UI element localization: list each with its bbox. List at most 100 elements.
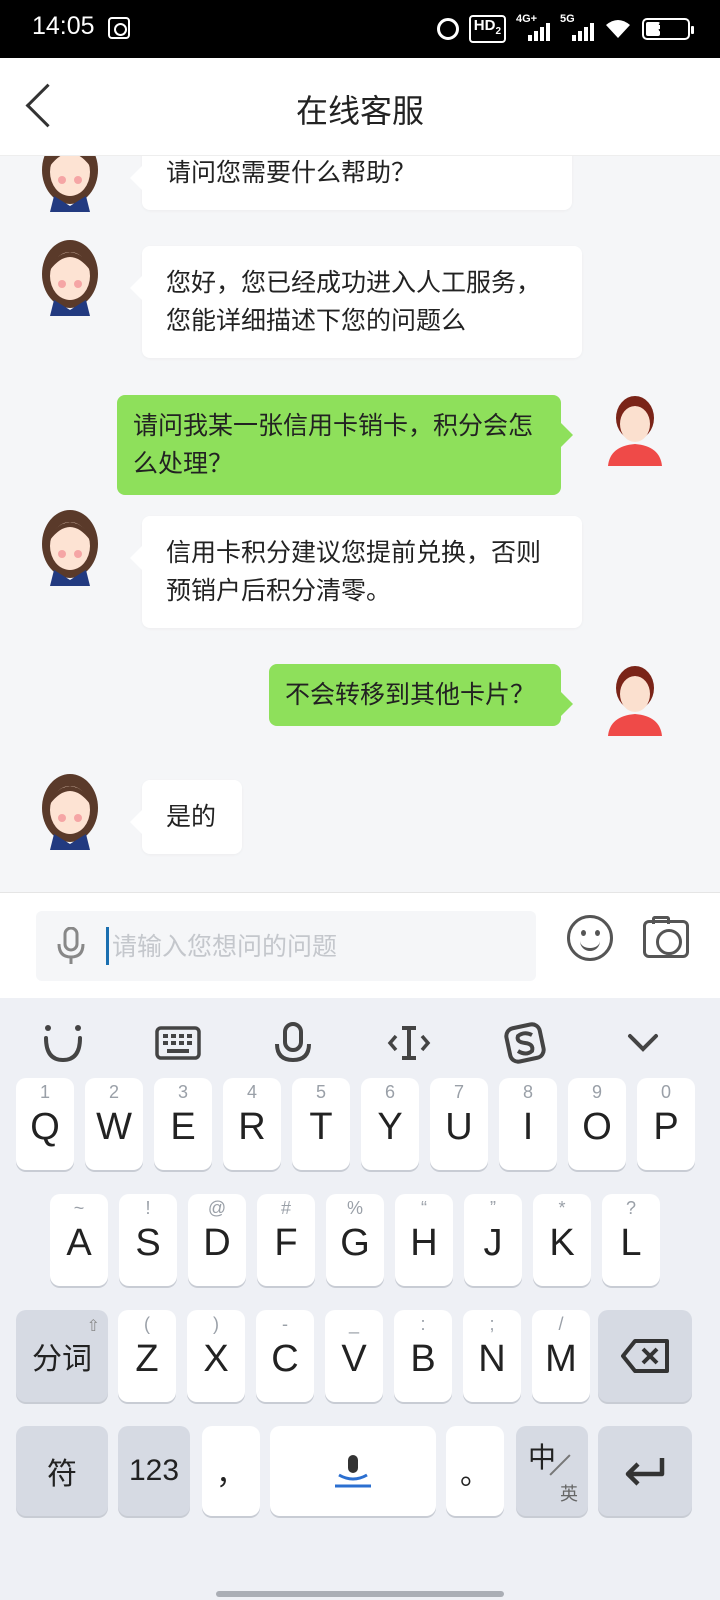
agent-avatar <box>42 240 98 316</box>
shift-key[interactable]: 分词 ⇧ <box>16 1310 108 1402</box>
agent-avatar <box>42 510 98 586</box>
battery-icon: 34 <box>642 18 694 40</box>
key-g[interactable]: % G <box>326 1194 384 1286</box>
enter-key[interactable] <box>598 1426 692 1516</box>
key-j[interactable]: ” J <box>464 1194 522 1286</box>
symbols-key-label: 符 <box>47 1457 77 1492</box>
key-n[interactable]: ; N <box>463 1310 521 1402</box>
key-label: K <box>549 1221 575 1264</box>
key-label: V <box>341 1337 367 1380</box>
key-secondary-label: 1 <box>39 1082 50 1102</box>
key-secondary-label: * <box>558 1198 566 1218</box>
status-bar: 14:05 HD2 4G+ 5G 34 <box>0 0 720 58</box>
key-label: H <box>410 1221 438 1264</box>
numbers-key[interactable]: 123 <box>118 1426 190 1516</box>
signal-5g-icon: 5G <box>560 13 594 41</box>
message-input-box[interactable] <box>36 911 536 981</box>
key-r[interactable]: 4R <box>223 1078 281 1170</box>
space-key[interactable] <box>270 1426 436 1516</box>
user-message-bubble: 请问我某一张信用卡销卡，积分会怎么处理？ <box>117 395 573 495</box>
key-v[interactable]: _ V <box>325 1310 383 1402</box>
key-q[interactable]: 1Q <box>16 1078 74 1170</box>
backspace-key[interactable] <box>598 1310 692 1402</box>
key-secondary-label: ! <box>145 1198 151 1218</box>
camera-icon[interactable] <box>643 916 689 958</box>
comma-key-label: ， <box>216 1457 246 1492</box>
key-label: A <box>66 1221 92 1264</box>
key-secondary-label: 2 <box>108 1082 119 1102</box>
key-label: T <box>309 1105 333 1148</box>
key-label: F <box>274 1221 298 1264</box>
voice-input-icon[interactable] <box>270 1020 316 1066</box>
app-header: 在线客服 <box>0 58 720 156</box>
key-t[interactable]: 5T <box>292 1078 350 1170</box>
key-a[interactable]: ~ A <box>50 1194 108 1286</box>
enter-icon <box>625 1458 665 1486</box>
key-label: M <box>545 1337 577 1380</box>
key-label: I <box>522 1105 534 1148</box>
key-l[interactable]: ? L <box>602 1194 660 1286</box>
key-d[interactable]: @ D <box>188 1194 246 1286</box>
agent-avatar <box>42 156 98 212</box>
symbols-key[interactable]: 符 <box>16 1426 108 1516</box>
comma-key[interactable]: ， <box>202 1426 260 1516</box>
key-b[interactable]: :B <box>394 1310 452 1402</box>
key-label: Q <box>30 1105 60 1148</box>
key-c[interactable]: -C <box>256 1310 314 1402</box>
key-label: Z <box>135 1337 159 1380</box>
key-p[interactable]: 0P <box>637 1078 695 1170</box>
home-indicator[interactable] <box>216 1591 504 1597</box>
key-secondary-label: 4 <box>246 1082 257 1102</box>
lang-sub-label: 英 <box>560 1484 578 1505</box>
key-label: D <box>203 1221 231 1264</box>
key-secondary-label: ? <box>625 1198 636 1218</box>
soft-keyboard: 1Q2W3E4R5T6Y7U8I9O0P ~ A! S @ D # F% G “H” J * K? L … <box>0 998 720 1600</box>
agent-message-bubble: 您好，您已经成功进入人工服务，您能详细描述下您的问题么 <box>130 246 582 358</box>
key-f[interactable]: # F <box>257 1194 315 1286</box>
keyboard-toolbar <box>0 998 720 1088</box>
keyboard-layout-icon[interactable] <box>155 1020 201 1066</box>
key-e[interactable]: 3E <box>154 1078 212 1170</box>
key-label: U <box>445 1105 473 1148</box>
key-k[interactable]: * K <box>533 1194 591 1286</box>
cursor-move-icon[interactable] <box>386 1020 432 1066</box>
key-secondary-label: ( <box>144 1314 150 1334</box>
key-m[interactable]: / M <box>532 1310 590 1402</box>
key-secondary-label: ) <box>213 1314 219 1334</box>
key-s[interactable]: ! S <box>119 1194 177 1286</box>
key-secondary-label: 0 <box>660 1082 671 1102</box>
key-label: S <box>135 1221 161 1264</box>
user-avatar <box>608 666 662 736</box>
numbers-key-label: 123 <box>128 1454 180 1487</box>
period-key-label: 。 <box>460 1457 490 1492</box>
keyboard-emoji-icon[interactable] <box>40 1020 86 1066</box>
language-switch-key[interactable]: 中 英 <box>516 1426 588 1516</box>
backspace-icon <box>621 1339 669 1373</box>
key-h[interactable]: “H <box>395 1194 453 1286</box>
key-z[interactable]: (Z <box>118 1310 176 1402</box>
key-secondary-label: : <box>420 1314 426 1334</box>
period-key[interactable]: 。 <box>446 1426 504 1516</box>
microphone-icon[interactable] <box>56 927 86 965</box>
key-x[interactable]: ) X <box>187 1310 245 1402</box>
key-label: W <box>96 1105 132 1148</box>
key-label: B <box>410 1337 436 1380</box>
key-o[interactable]: 9O <box>568 1078 626 1170</box>
key-label: N <box>478 1337 506 1380</box>
key-label: C <box>271 1337 299 1380</box>
sogou-logo-icon[interactable] <box>502 1020 548 1066</box>
key-i[interactable]: 8I <box>499 1078 557 1170</box>
key-label: J <box>483 1221 503 1264</box>
collapse-keyboard-icon[interactable] <box>620 1020 666 1066</box>
emoji-icon[interactable] <box>567 915 613 961</box>
key-w[interactable]: 2W <box>85 1078 143 1170</box>
key-secondary-label: / <box>558 1314 564 1334</box>
agent-message-bubble: 请问您需要什么帮助？ <box>130 156 572 210</box>
key-y[interactable]: 6Y <box>361 1078 419 1170</box>
agent-message-bubble: 信用卡积分建议您提前兑换，否则预销户后积分清零。 <box>130 516 582 628</box>
key-u[interactable]: 7U <box>430 1078 488 1170</box>
chat-area[interactable]: 请问您需要什么帮助？ 您好，您已经成功进入人工服务，您能详细描述下您的问题么 请… <box>0 156 720 892</box>
key-secondary-label: 6 <box>384 1082 395 1102</box>
key-label: L <box>620 1221 642 1264</box>
message-input[interactable] <box>112 925 512 967</box>
